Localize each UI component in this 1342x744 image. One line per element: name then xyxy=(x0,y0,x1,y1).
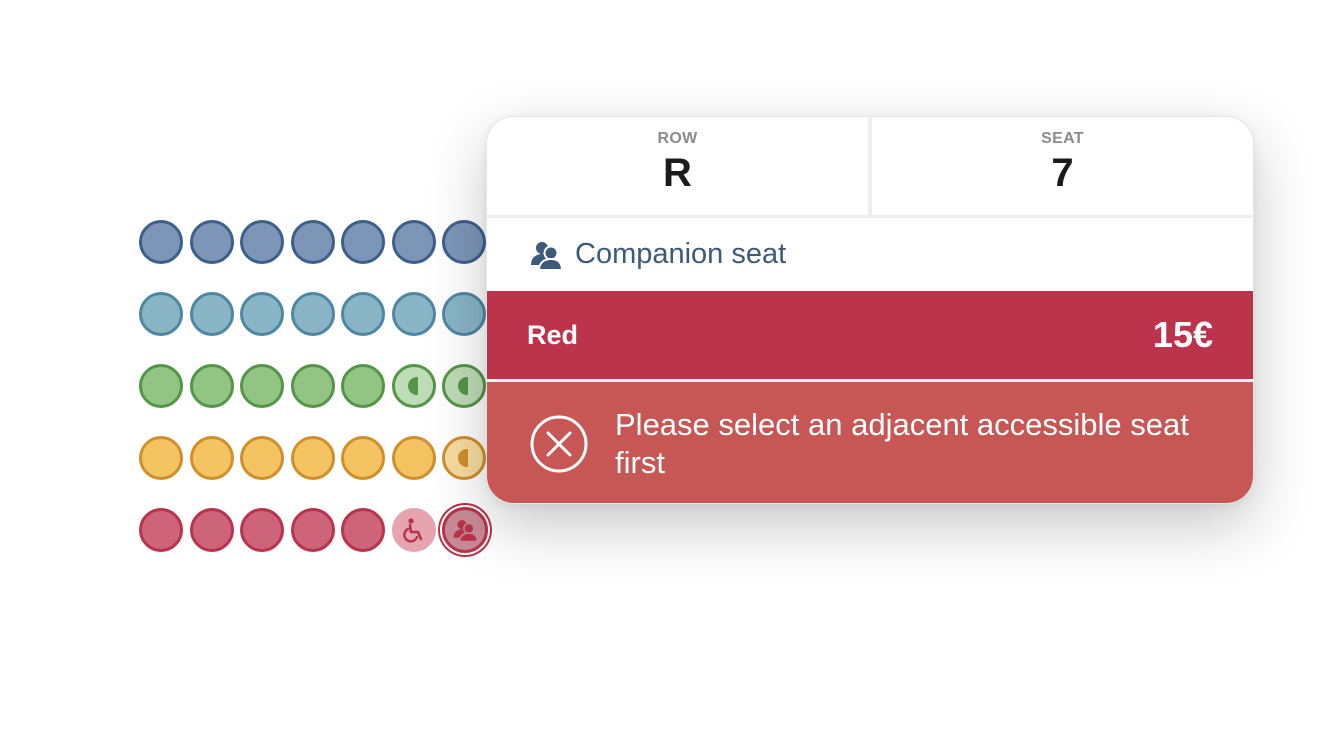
price-row: Red 15€ xyxy=(487,291,1253,379)
seat[interactable] xyxy=(240,508,284,552)
seat[interactable] xyxy=(442,292,486,336)
seat[interactable] xyxy=(189,220,234,264)
seat-row xyxy=(139,220,495,266)
price-value: 15€ xyxy=(1152,314,1213,355)
seat-companion-selected[interactable] xyxy=(442,507,488,553)
seat[interactable] xyxy=(139,220,183,264)
seat[interactable] xyxy=(391,292,436,336)
half-seat-icon xyxy=(458,449,468,467)
companion-icon xyxy=(453,520,478,543)
row-cell: ROW R xyxy=(487,117,868,215)
seat-type-row: Companion seat xyxy=(487,218,1253,291)
seat-info-popup: ROW R SEAT 7 Companion seat Red 15€ Plea… xyxy=(486,116,1254,504)
seat[interactable] xyxy=(189,508,234,552)
wheelchair-icon xyxy=(402,518,422,543)
half-seat-icon xyxy=(458,377,468,395)
seat[interactable] xyxy=(290,220,335,264)
seat[interactable] xyxy=(391,436,436,480)
seat-value: 7 xyxy=(1051,151,1074,195)
seat[interactable] xyxy=(391,220,436,264)
seat-row xyxy=(139,507,495,554)
seat[interactable] xyxy=(442,220,486,264)
seat-cell: SEAT 7 xyxy=(872,117,1253,215)
seat-partial[interactable] xyxy=(391,364,436,408)
seat[interactable] xyxy=(341,292,385,336)
seat[interactable] xyxy=(189,364,234,408)
seat-map xyxy=(139,220,495,580)
seat[interactable] xyxy=(189,292,234,336)
seat-label: SEAT xyxy=(1041,130,1084,147)
seat-partial[interactable] xyxy=(442,436,486,480)
seat[interactable] xyxy=(290,436,335,480)
seat[interactable] xyxy=(341,436,385,480)
seat[interactable] xyxy=(139,364,183,408)
seat[interactable] xyxy=(139,436,183,480)
seat[interactable] xyxy=(139,508,183,552)
companion-icon xyxy=(531,241,563,271)
seat-row xyxy=(139,436,495,482)
seat-partial[interactable] xyxy=(442,364,486,408)
seat-row xyxy=(139,364,495,410)
seat[interactable] xyxy=(341,364,385,408)
seat[interactable] xyxy=(240,364,284,408)
row-value: R xyxy=(663,151,692,195)
error-message: Please select an adjacent accessible sea… xyxy=(615,407,1189,480)
price-category: Red xyxy=(527,319,579,350)
seat[interactable] xyxy=(240,220,284,264)
seat[interactable] xyxy=(341,508,385,552)
close-circle-icon xyxy=(530,415,588,473)
seat[interactable] xyxy=(240,292,284,336)
seat-wheelchair[interactable] xyxy=(391,508,436,552)
row-label: ROW xyxy=(657,130,698,147)
seat[interactable] xyxy=(240,436,284,480)
seat[interactable] xyxy=(290,364,335,408)
seat-selection-stage: ROW R SEAT 7 Companion seat Red 15€ Plea… xyxy=(0,0,1342,744)
seat-location-header: ROW R SEAT 7 xyxy=(487,117,1253,215)
half-seat-icon xyxy=(407,377,418,395)
seat[interactable] xyxy=(290,292,335,336)
seat[interactable] xyxy=(189,436,234,480)
seat-row xyxy=(139,292,495,338)
seat[interactable] xyxy=(341,220,385,264)
seat[interactable] xyxy=(139,292,183,336)
seat-type-label: Companion seat xyxy=(575,238,787,270)
error-message-row: Please select an adjacent accessible sea… xyxy=(487,382,1253,503)
seat[interactable] xyxy=(290,508,335,552)
